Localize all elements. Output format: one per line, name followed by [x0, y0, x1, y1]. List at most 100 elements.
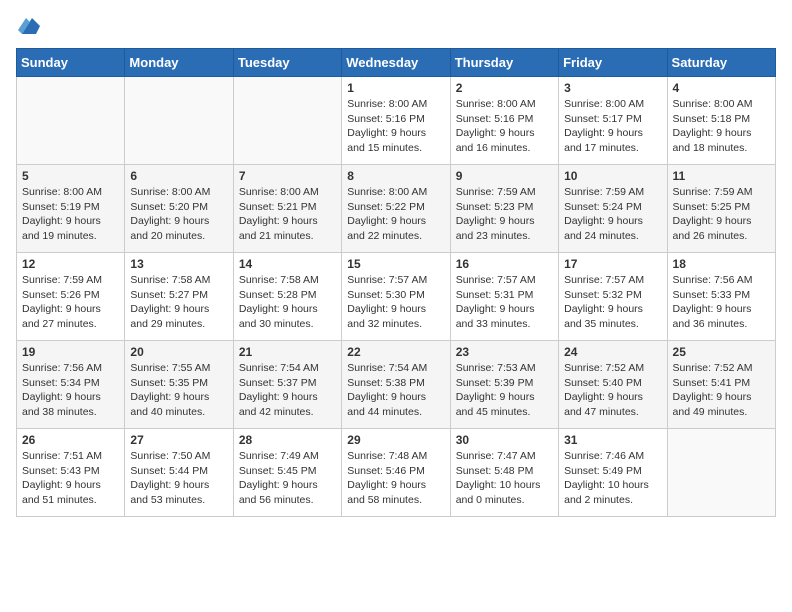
day-number: 26 [22, 433, 119, 447]
day-info: Sunrise: 7:48 AM Sunset: 5:46 PM Dayligh… [347, 449, 444, 508]
day-number: 24 [564, 345, 661, 359]
calendar-cell: 18 Sunrise: 7:56 AM Sunset: 5:33 PM Dayli… [667, 253, 775, 341]
calendar-cell: 31Sunrise: 7:46 AM Sunset: 5:49 PM Dayli… [559, 429, 667, 517]
day-info: Sunrise: 7:52 AM Sunset: 5:41 PM Dayligh… [673, 361, 770, 420]
weekday-header-wednesday: Wednesday [342, 49, 450, 77]
day-info: Sunrise: 8:00 AM Sunset: 5:17 PM Dayligh… [564, 97, 661, 156]
calendar-cell: 17Sunrise: 7:57 AM Sunset: 5:32 PM Dayli… [559, 253, 667, 341]
calendar-cell [667, 429, 775, 517]
day-number: 18 [673, 257, 770, 271]
day-info: Sunrise: 7:59 AM Sunset: 5:25 PM Dayligh… [673, 185, 770, 244]
day-number: 23 [456, 345, 553, 359]
calendar-cell: 12 Sunrise: 7:59 AM Sunset: 5:26 PM Dayli… [17, 253, 125, 341]
day-number: 30 [456, 433, 553, 447]
logo [16, 16, 40, 38]
calendar-cell: 30 Sunrise: 7:47 AM Sunset: 5:48 PM Dayli… [450, 429, 558, 517]
day-number: 5 [22, 169, 119, 183]
calendar-week-row: 26 Sunrise: 7:51 AM Sunset: 5:43 PM Dayli… [17, 429, 776, 517]
calendar-cell: 2Sunrise: 8:00 AM Sunset: 5:16 PM Daylig… [450, 77, 558, 165]
day-info: Sunrise: 8:00 AM Sunset: 5:19 PM Dayligh… [22, 185, 119, 244]
day-info: Sunrise: 7:51 AM Sunset: 5:43 PM Dayligh… [22, 449, 119, 508]
calendar-cell: 6 Sunrise: 8:00 AM Sunset: 5:20 PM Daylig… [125, 165, 233, 253]
calendar-cell: 10 Sunrise: 7:59 AM Sunset: 5:24 PM Dayli… [559, 165, 667, 253]
calendar-cell [233, 77, 341, 165]
calendar-cell: 3 Sunrise: 8:00 AM Sunset: 5:17 PM Daylig… [559, 77, 667, 165]
weekday-header-friday: Friday [559, 49, 667, 77]
day-number: 28 [239, 433, 336, 447]
day-number: 8 [347, 169, 444, 183]
day-info: Sunrise: 8:00 AM Sunset: 5:16 PM Dayligh… [456, 97, 553, 156]
calendar-cell [17, 77, 125, 165]
page-header [16, 16, 776, 38]
day-number: 15 [347, 257, 444, 271]
day-info: Sunrise: 7:57 AM Sunset: 5:30 PM Dayligh… [347, 273, 444, 332]
day-number: 25 [673, 345, 770, 359]
day-number: 3 [564, 81, 661, 95]
calendar-cell: 21 Sunrise: 7:54 AM Sunset: 5:37 PM Dayli… [233, 341, 341, 429]
day-info: Sunrise: 8:00 AM Sunset: 5:16 PM Dayligh… [347, 97, 444, 156]
weekday-header-saturday: Saturday [667, 49, 775, 77]
day-number: 17 [564, 257, 661, 271]
calendar-cell: 22 Sunrise: 7:54 AM Sunset: 5:38 PM Dayli… [342, 341, 450, 429]
day-info: Sunrise: 7:49 AM Sunset: 5:45 PM Dayligh… [239, 449, 336, 508]
calendar-cell: 5 Sunrise: 8:00 AM Sunset: 5:19 PM Daylig… [17, 165, 125, 253]
day-number: 31 [564, 433, 661, 447]
day-info: Sunrise: 7:55 AM Sunset: 5:35 PM Dayligh… [130, 361, 227, 420]
calendar-cell: 14 Sunrise: 7:58 AM Sunset: 5:28 PM Dayli… [233, 253, 341, 341]
calendar-table: SundayMondayTuesdayWednesdayThursdayFrid… [16, 48, 776, 517]
weekday-header-sunday: Sunday [17, 49, 125, 77]
calendar-week-row: 12 Sunrise: 7:59 AM Sunset: 5:26 PM Dayli… [17, 253, 776, 341]
calendar-cell: 23 Sunrise: 7:53 AM Sunset: 5:39 PM Dayli… [450, 341, 558, 429]
calendar-week-row: 19 Sunrise: 7:56 AM Sunset: 5:34 PM Dayli… [17, 341, 776, 429]
day-info: Sunrise: 7:59 AM Sunset: 5:24 PM Dayligh… [564, 185, 661, 244]
day-info: Sunrise: 8:00 AM Sunset: 5:18 PM Dayligh… [673, 97, 770, 156]
day-number: 6 [130, 169, 227, 183]
calendar-cell: 8 Sunrise: 8:00 AM Sunset: 5:22 PM Daylig… [342, 165, 450, 253]
day-info: Sunrise: 7:58 AM Sunset: 5:28 PM Dayligh… [239, 273, 336, 332]
day-number: 21 [239, 345, 336, 359]
day-info: Sunrise: 8:00 AM Sunset: 5:21 PM Dayligh… [239, 185, 336, 244]
day-info: Sunrise: 8:00 AM Sunset: 5:22 PM Dayligh… [347, 185, 444, 244]
calendar-cell: 28 Sunrise: 7:49 AM Sunset: 5:45 PM Dayli… [233, 429, 341, 517]
day-info: Sunrise: 7:59 AM Sunset: 5:23 PM Dayligh… [456, 185, 553, 244]
day-number: 10 [564, 169, 661, 183]
day-number: 14 [239, 257, 336, 271]
day-number: 22 [347, 345, 444, 359]
weekday-header-tuesday: Tuesday [233, 49, 341, 77]
day-info: Sunrise: 7:59 AM Sunset: 5:26 PM Dayligh… [22, 273, 119, 332]
calendar-cell: 29 Sunrise: 7:48 AM Sunset: 5:46 PM Dayli… [342, 429, 450, 517]
weekday-header-monday: Monday [125, 49, 233, 77]
calendar-cell: 13 Sunrise: 7:58 AM Sunset: 5:27 PM Dayli… [125, 253, 233, 341]
day-number: 27 [130, 433, 227, 447]
day-number: 29 [347, 433, 444, 447]
day-number: 12 [22, 257, 119, 271]
day-number: 20 [130, 345, 227, 359]
day-number: 4 [673, 81, 770, 95]
day-info: Sunrise: 7:58 AM Sunset: 5:27 PM Dayligh… [130, 273, 227, 332]
calendar-cell: 26 Sunrise: 7:51 AM Sunset: 5:43 PM Dayli… [17, 429, 125, 517]
day-number: 9 [456, 169, 553, 183]
calendar-cell: 1 Sunrise: 8:00 AM Sunset: 5:16 PM Daylig… [342, 77, 450, 165]
calendar-cell: 9 Sunrise: 7:59 AM Sunset: 5:23 PM Daylig… [450, 165, 558, 253]
day-info: Sunrise: 7:52 AM Sunset: 5:40 PM Dayligh… [564, 361, 661, 420]
calendar-cell: 7 Sunrise: 8:00 AM Sunset: 5:21 PM Daylig… [233, 165, 341, 253]
day-number: 13 [130, 257, 227, 271]
day-info: Sunrise: 7:56 AM Sunset: 5:34 PM Dayligh… [22, 361, 119, 420]
day-info: Sunrise: 7:56 AM Sunset: 5:33 PM Dayligh… [673, 273, 770, 332]
day-info: Sunrise: 7:50 AM Sunset: 5:44 PM Dayligh… [130, 449, 227, 508]
calendar-cell: 19 Sunrise: 7:56 AM Sunset: 5:34 PM Dayli… [17, 341, 125, 429]
calendar-cell: 4 Sunrise: 8:00 AM Sunset: 5:18 PM Daylig… [667, 77, 775, 165]
day-info: Sunrise: 7:54 AM Sunset: 5:37 PM Dayligh… [239, 361, 336, 420]
day-number: 19 [22, 345, 119, 359]
day-info: Sunrise: 7:47 AM Sunset: 5:48 PM Dayligh… [456, 449, 553, 508]
day-number: 7 [239, 169, 336, 183]
logo-icon [18, 16, 40, 38]
calendar-cell [125, 77, 233, 165]
day-info: Sunrise: 8:00 AM Sunset: 5:20 PM Dayligh… [130, 185, 227, 244]
day-number: 1 [347, 81, 444, 95]
day-info: Sunrise: 7:53 AM Sunset: 5:39 PM Dayligh… [456, 361, 553, 420]
weekday-header-row: SundayMondayTuesdayWednesdayThursdayFrid… [17, 49, 776, 77]
calendar-week-row: 5 Sunrise: 8:00 AM Sunset: 5:19 PM Daylig… [17, 165, 776, 253]
day-info: Sunrise: 7:54 AM Sunset: 5:38 PM Dayligh… [347, 361, 444, 420]
day-number: 16 [456, 257, 553, 271]
